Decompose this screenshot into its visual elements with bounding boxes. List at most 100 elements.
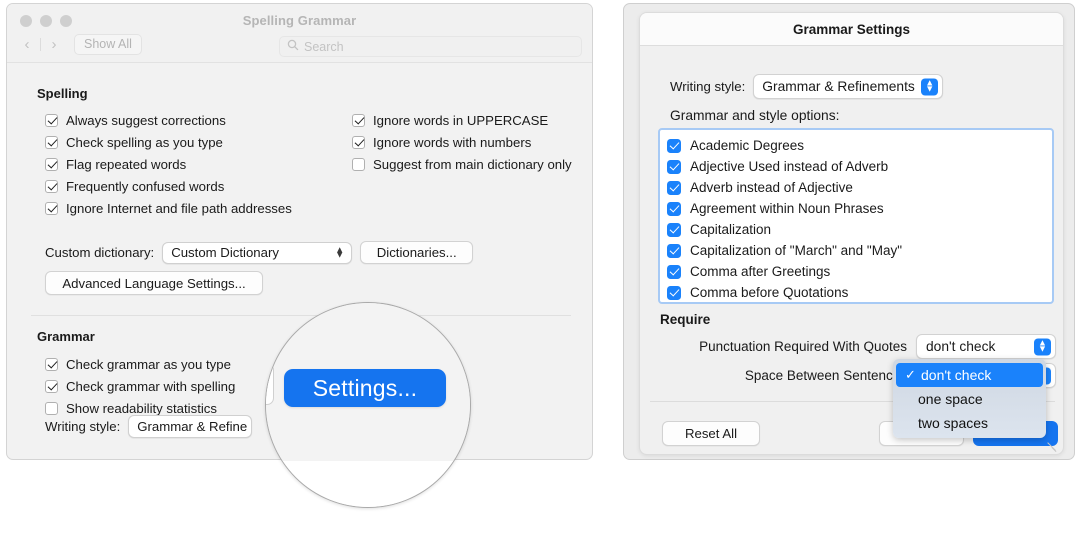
list-item[interactable]: Capitalization (667, 219, 1052, 240)
writing-style-select[interactable]: Grammar & Refine (128, 415, 253, 438)
checkbox-adverb-instead-of-adjective[interactable] (667, 180, 681, 195)
space-between-sentences-label: Space Between Sentences (744, 368, 907, 383)
menu-item-label: two spaces (918, 415, 989, 431)
grammar-options-column: Check grammar as you type Check grammar … (45, 353, 235, 419)
page-title: Spelling Grammar (242, 13, 357, 28)
checkbox-always-suggest-corrections[interactable] (45, 113, 58, 127)
search-icon (287, 39, 299, 54)
show-all-button[interactable]: Show All (74, 34, 142, 55)
checkbox-capitalization[interactable] (667, 222, 681, 237)
menu-item-one-space[interactable]: one space (893, 387, 1046, 411)
checkbox-row[interactable]: Frequently confused words (45, 175, 292, 197)
checkbox-check-spelling-as-you-type[interactable] (45, 135, 58, 149)
list-item[interactable]: Adverb instead of Adjective (667, 177, 1052, 198)
checkbox-adjective-used-instead-of-adverb[interactable] (667, 159, 681, 174)
checkbox-row[interactable]: Ignore Internet and file path addresses (45, 197, 292, 219)
checkbox-label: Check spelling as you type (66, 134, 223, 150)
checkbox-label: Ignore words with numbers (373, 134, 532, 150)
checkmark-icon: ✓ (905, 367, 916, 382)
checkbox-academic-degrees[interactable] (667, 138, 681, 153)
grammar-options-list[interactable]: Academic Degrees Adjective Used instead … (658, 128, 1054, 304)
grammar-section-heading: Grammar (37, 329, 95, 344)
magnifier-loupe: Settings... (265, 302, 471, 508)
menu-item-label: don't check (921, 367, 992, 383)
magnifier-background-lower (266, 461, 470, 507)
space-between-sentences-dropdown-menu[interactable]: ✓ don't check one space two spaces (893, 359, 1046, 438)
custom-dictionary-row: Custom dictionary: Custom Dictionary ▲ ▼… (45, 241, 474, 264)
checkbox-row[interactable]: Ignore words with numbers (352, 131, 572, 153)
custom-dictionary-select[interactable]: Custom Dictionary ▲ ▼ (162, 241, 353, 264)
checkbox-label: Check grammar as you type (66, 356, 231, 372)
reset-all-button[interactable]: Reset All (662, 421, 760, 446)
checkbox-capitalization-of-march-and-may[interactable] (667, 243, 681, 258)
resize-grip-icon[interactable] (1046, 440, 1057, 451)
sheet-title: Grammar Settings (792, 21, 911, 37)
list-item[interactable]: Capitalization of "March" and "May" (667, 240, 1052, 261)
dictionaries-button[interactable]: Dictionaries... (360, 241, 474, 264)
checkbox-flag-repeated-words[interactable] (45, 157, 58, 171)
menu-item-two-spaces[interactable]: two spaces (893, 411, 1046, 435)
checkbox-label: Suggest from main dictionary only (373, 156, 572, 172)
writing-style-value: Grammar & Refine (137, 419, 248, 434)
list-item-label: Agreement within Noun Phrases (690, 201, 884, 216)
checkbox-row[interactable]: Check spelling as you type (45, 131, 292, 153)
sheet-titlebar: Grammar Settings (640, 13, 1063, 46)
checkbox-label: Check grammar with spelling (66, 378, 236, 394)
list-item[interactable]: Agreement within Noun Phrases (667, 198, 1052, 219)
checkbox-comma-after-greetings[interactable] (667, 264, 681, 279)
list-item-label: Capitalization (690, 222, 772, 237)
advanced-language-settings-button[interactable]: Advanced Language Settings... (45, 271, 263, 295)
chevron-left-icon[interactable]: ‹ (17, 34, 37, 55)
search-input[interactable]: Search (279, 36, 582, 57)
list-item[interactable]: Academic Degrees (667, 135, 1052, 156)
list-item[interactable]: Comma before Quotations (667, 282, 1052, 303)
magnified-writing-style-select-edge[interactable] (266, 363, 274, 405)
settings-button[interactable]: Settings... (284, 369, 446, 407)
checkbox-suggest-from-main-dictionary-only[interactable] (352, 157, 365, 171)
punctuation-required-label: Punctuation Required With Quotes (699, 339, 907, 354)
navigation-group: ‹ › Show All (17, 34, 142, 55)
checkbox-row[interactable]: Ignore words in UPPERCASE (352, 109, 572, 131)
checkbox-show-readability-statistics[interactable] (45, 401, 58, 415)
checkbox-label: Frequently confused words (66, 178, 225, 194)
writing-style-select[interactable]: Grammar & Refinements ▲ ▼ (753, 74, 944, 99)
list-item[interactable]: Comma after Greetings (667, 261, 1052, 282)
nav-divider (40, 38, 41, 51)
chevron-updown-icon: ▲ ▼ (335, 243, 345, 260)
checkbox-ignore-words-in-uppercase[interactable] (352, 113, 365, 127)
checkbox-agreement-within-noun-phrases[interactable] (667, 201, 681, 216)
writing-style-label: Writing style: (45, 419, 121, 434)
spelling-section-heading: Spelling (37, 86, 88, 101)
checkbox-check-grammar-with-spelling[interactable] (45, 379, 58, 393)
grammar-settings-writing-style-row: Writing style: Grammar & Refinements ▲ ▼ (670, 74, 944, 99)
checkbox-row[interactable]: Suggest from main dictionary only (352, 153, 572, 175)
checkbox-row[interactable]: Check grammar as you type (45, 353, 235, 375)
checkbox-ignore-words-with-numbers[interactable] (352, 135, 365, 149)
list-item-label: Adjective Used instead of Adverb (690, 159, 889, 174)
writing-style-row: Writing style: Grammar & Refine (45, 415, 253, 438)
checkbox-row[interactable]: Flag repeated words (45, 153, 292, 175)
list-item-label: Comma after Greetings (690, 264, 831, 279)
punctuation-required-value: don't check (926, 339, 996, 354)
menu-item-label: one space (918, 391, 983, 407)
checkbox-ignore-internet-and-file-path-addresses[interactable] (45, 201, 58, 215)
writing-style-value: Grammar & Refinements (762, 79, 915, 94)
checkbox-frequently-confused-words[interactable] (45, 179, 58, 193)
window-titlebar: Spelling Grammar ‹ › Show All Search (7, 4, 592, 63)
checkbox-row[interactable]: Always suggest corrections (45, 109, 292, 131)
screenshot-root: Spelling Grammar ‹ › Show All Search Spe… (0, 0, 1080, 533)
menu-item-dont-check[interactable]: ✓ don't check (896, 363, 1043, 387)
chevron-updown-icon: ▲ ▼ (921, 78, 939, 95)
list-item-label: Adverb instead of Adjective (690, 180, 853, 195)
checkbox-comma-before-quotations[interactable] (667, 285, 681, 300)
checkbox-label: Show readability statistics (66, 400, 217, 416)
grammar-options-label: Grammar and style options: (670, 108, 840, 123)
punctuation-required-select[interactable]: don't check ▲ ▼ (916, 334, 1056, 359)
checkbox-row[interactable]: Check grammar with spelling (45, 375, 235, 397)
checkbox-check-grammar-as-you-type[interactable] (45, 357, 58, 371)
list-item[interactable]: Adjective Used instead of Adverb (667, 156, 1052, 177)
require-section-heading: Require (660, 312, 711, 327)
chevron-updown-icon: ▲ ▼ (1034, 338, 1051, 355)
spelling-options-left-column: Always suggest corrections Check spellin… (45, 109, 292, 219)
chevron-right-icon[interactable]: › (44, 34, 64, 55)
